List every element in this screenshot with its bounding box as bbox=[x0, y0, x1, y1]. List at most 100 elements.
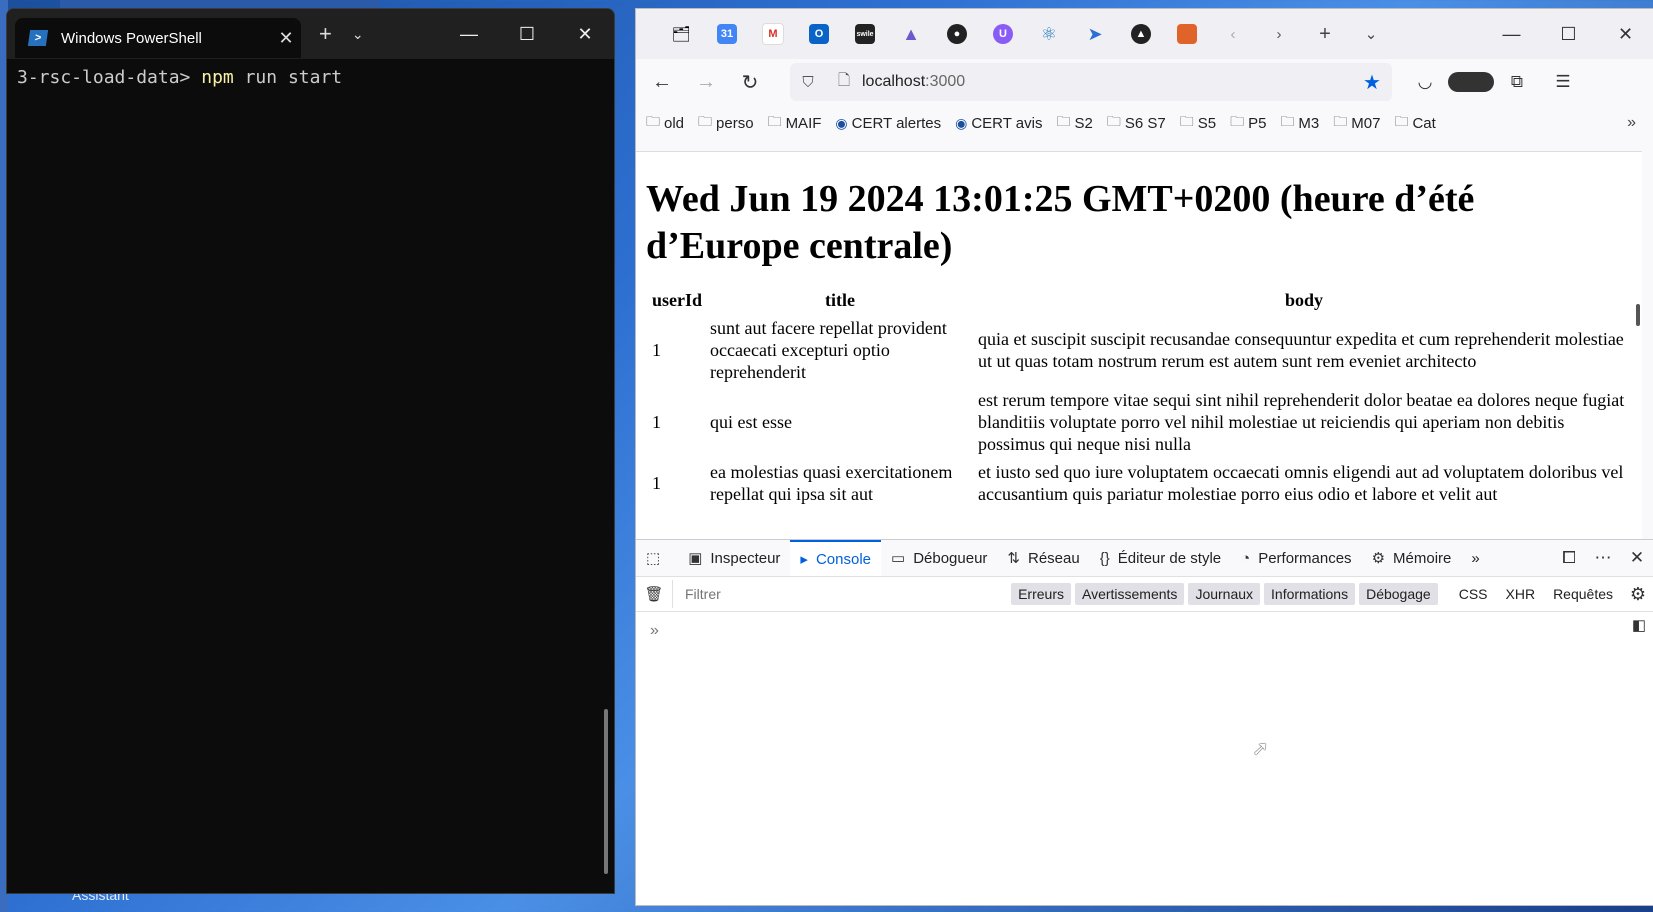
table-row: 1 sunt aut facere repellat provident occ… bbox=[650, 315, 1632, 385]
url-bar[interactable]: ⛉ 🗋 localhost:3000 ★ bbox=[790, 63, 1392, 101]
bookmark-p5[interactable]: 🗀 P5 bbox=[1230, 111, 1266, 135]
filter-informations[interactable]: Informations bbox=[1264, 583, 1356, 605]
bookmark-s6s7[interactable]: 🗀 S6 S7 bbox=[1107, 111, 1166, 135]
log-level-filters: Erreurs Avertissements Journaux Informat… bbox=[1011, 583, 1653, 605]
office-tab-icon[interactable] bbox=[1164, 19, 1210, 49]
gmail-tab-icon[interactable]: M bbox=[750, 19, 796, 49]
dock-icon[interactable]: ⧠ bbox=[1552, 548, 1586, 568]
bookmark-perso[interactable]: 🗀 perso bbox=[698, 111, 754, 135]
tab-list-icon[interactable]: ⌄ bbox=[1348, 19, 1394, 49]
ublock-tab-icon[interactable]: U bbox=[980, 19, 1026, 49]
forward-icon[interactable]: → bbox=[684, 71, 728, 94]
page-info-icon[interactable]: 🗋 bbox=[826, 70, 862, 95]
column-header: body bbox=[1284, 290, 1324, 310]
tab-overview-icon[interactable]: 🗂 bbox=[658, 19, 704, 49]
terminal-command-args: run start bbox=[244, 67, 343, 88]
terminal-output[interactable]: 3-rsc-load-data> npm run start bbox=[7, 59, 614, 96]
swile-tab-icon[interactable]: swile bbox=[842, 19, 888, 49]
gear-icon[interactable]: ⚙ bbox=[1622, 584, 1653, 605]
bookmark-old[interactable]: 🗀 old bbox=[646, 111, 684, 135]
tab-performances[interactable]: ◔ Performances bbox=[1231, 540, 1361, 576]
cell-title: ea molestias quasi exercitationem repell… bbox=[710, 462, 953, 504]
maximize-icon[interactable]: ☐ bbox=[498, 24, 556, 45]
maximize-icon[interactable]: ☐ bbox=[1540, 24, 1597, 45]
bookmark-m3[interactable]: 🗀 M3 bbox=[1280, 111, 1319, 135]
tab-reseau[interactable]: ⇅ Réseau bbox=[997, 540, 1089, 576]
filter-xhr[interactable]: XHR bbox=[1497, 583, 1545, 605]
page-heading: Wed Jun 19 2024 13:01:25 GMT+0200 (heure… bbox=[646, 178, 1475, 267]
new-tab-icon[interactable]: + bbox=[1302, 19, 1348, 49]
folder-icon: 🗀 bbox=[1280, 113, 1295, 129]
minimize-icon[interactable]: — bbox=[1483, 24, 1540, 45]
console-input[interactable]: » bbox=[636, 612, 1653, 650]
reload-icon[interactable]: ↻ bbox=[728, 70, 772, 95]
close-icon[interactable]: ✕ bbox=[1597, 24, 1653, 45]
console-icon: ▸ bbox=[800, 551, 808, 568]
bookmark-cert-avis[interactable]: ◉ CERT avis bbox=[955, 115, 1042, 132]
browser-tab-strip: 🗂 31 M O swile ▲ ● U ⚛ ➤ ▲ ‹ › + ⌄ — ☐ ✕ bbox=[636, 9, 1653, 59]
back-icon[interactable]: ← bbox=[640, 71, 684, 94]
filter-debogage[interactable]: Débogage bbox=[1359, 583, 1438, 605]
terminal-tab[interactable]: > Windows PowerShell ✕ bbox=[15, 18, 301, 58]
tab-console[interactable]: ▸ Console bbox=[790, 540, 881, 576]
azure-tab-icon[interactable]: ➤ bbox=[1072, 19, 1118, 49]
toolbar-buttons: ◡ A ⧉ ☰ bbox=[1402, 72, 1586, 92]
navigation-bar: ← → ↻ ⛉ 🗋 localhost:3000 ★ ◡ A ⧉ ☰ bbox=[636, 59, 1653, 105]
bookmark-m07[interactable]: 🗀 M07 bbox=[1333, 111, 1380, 135]
table-row: 1 ea molestias quasi exercitationem repe… bbox=[650, 459, 1632, 507]
pocket-icon[interactable]: ◡ bbox=[1402, 72, 1448, 92]
filter-avertissements[interactable]: Avertissements bbox=[1074, 583, 1185, 605]
account-icon[interactable]: A bbox=[1448, 72, 1494, 92]
terminal-scrollbar[interactable] bbox=[604, 709, 608, 874]
cell-userid: 1 bbox=[652, 340, 661, 360]
close-tab-icon[interactable]: ✕ bbox=[271, 28, 301, 49]
bookmark-star-icon[interactable]: ★ bbox=[1352, 70, 1392, 95]
performance-icon: ◔ bbox=[1241, 549, 1251, 567]
page-scrollbar[interactable] bbox=[1636, 304, 1640, 326]
new-tab-icon[interactable]: + bbox=[319, 21, 332, 47]
active-tab[interactable]: › bbox=[1256, 19, 1302, 49]
bookmark-cat[interactable]: 🗀 Cat bbox=[1394, 111, 1435, 135]
tab-memoire[interactable]: ⚙ Mémoire bbox=[1362, 540, 1462, 576]
element-picker-icon[interactable]: ⬚ bbox=[636, 540, 678, 576]
filter-input[interactable] bbox=[672, 580, 1007, 608]
tab-editeur-de-style[interactable]: {} Éditeur de style bbox=[1090, 540, 1231, 576]
tab-inspecteur[interactable]: ▣ Inspecteur bbox=[678, 540, 790, 576]
devtools-toolbar: ⬚ ▣ Inspecteur ▸ Console ▭ Débogueur ⇅ Résea… bbox=[636, 540, 1653, 577]
chevron-down-icon[interactable]: ⌄ bbox=[352, 26, 364, 43]
cell-body: est rerum tempore vitae sequi sint nihil… bbox=[978, 390, 1625, 454]
folder-icon: 🗀 bbox=[1333, 113, 1348, 129]
console-filter-bar: 🗑 Erreurs Avertissements Journaux Inform… bbox=[636, 577, 1653, 612]
extensions-icon[interactable]: ⧉ bbox=[1494, 72, 1540, 92]
folder-icon: 🗀 bbox=[767, 113, 782, 129]
sidebar-toggle-icon[interactable]: ◧ bbox=[1632, 616, 1646, 634]
url-text[interactable]: localhost:3000 bbox=[862, 73, 1352, 91]
bookmark-cert-alertes[interactable]: ◉ CERT alertes bbox=[835, 115, 941, 132]
shield-icon[interactable]: ⛉ bbox=[790, 74, 826, 91]
calendar-tab-icon[interactable]: 31 bbox=[704, 19, 750, 49]
trash-icon[interactable]: 🗑 bbox=[636, 585, 672, 603]
scroll-left-icon[interactable]: ‹ bbox=[1210, 19, 1256, 49]
options-icon[interactable]: ⋯ bbox=[1586, 548, 1620, 568]
more-tools-icon[interactable]: » bbox=[1461, 540, 1489, 576]
filter-requetes[interactable]: Requêtes bbox=[1544, 583, 1622, 605]
memory-icon: ⚙ bbox=[1371, 550, 1386, 567]
more-bookmarks-icon[interactable]: » bbox=[1627, 114, 1636, 132]
github-tab-icon[interactable]: ● bbox=[934, 19, 980, 49]
cell-title: qui est esse bbox=[710, 412, 792, 432]
triangle-tab-icon[interactable]: ▲ bbox=[888, 19, 934, 49]
react-tab-icon[interactable]: ⚛ bbox=[1026, 19, 1072, 49]
filter-erreurs[interactable]: Erreurs bbox=[1011, 583, 1071, 605]
outlook-tab-icon[interactable]: O bbox=[796, 19, 842, 49]
bookmark-maif[interactable]: 🗀 MAIF bbox=[768, 111, 822, 135]
menu-icon[interactable]: ☰ bbox=[1540, 72, 1586, 92]
filter-css[interactable]: CSS bbox=[1450, 583, 1497, 605]
close-devtools-icon[interactable]: ✕ bbox=[1620, 548, 1653, 568]
bookmark-s5[interactable]: 🗀 S5 bbox=[1180, 111, 1216, 135]
filter-journaux[interactable]: Journaux bbox=[1188, 583, 1261, 605]
minimize-icon[interactable]: — bbox=[440, 24, 498, 45]
close-icon[interactable]: ✕ bbox=[556, 24, 614, 45]
tab-debogueur[interactable]: ▭ Débogueur bbox=[881, 540, 997, 576]
vercel-tab-icon[interactable]: ▲ bbox=[1118, 19, 1164, 49]
bookmark-s2[interactable]: 🗀 S2 bbox=[1056, 111, 1092, 135]
